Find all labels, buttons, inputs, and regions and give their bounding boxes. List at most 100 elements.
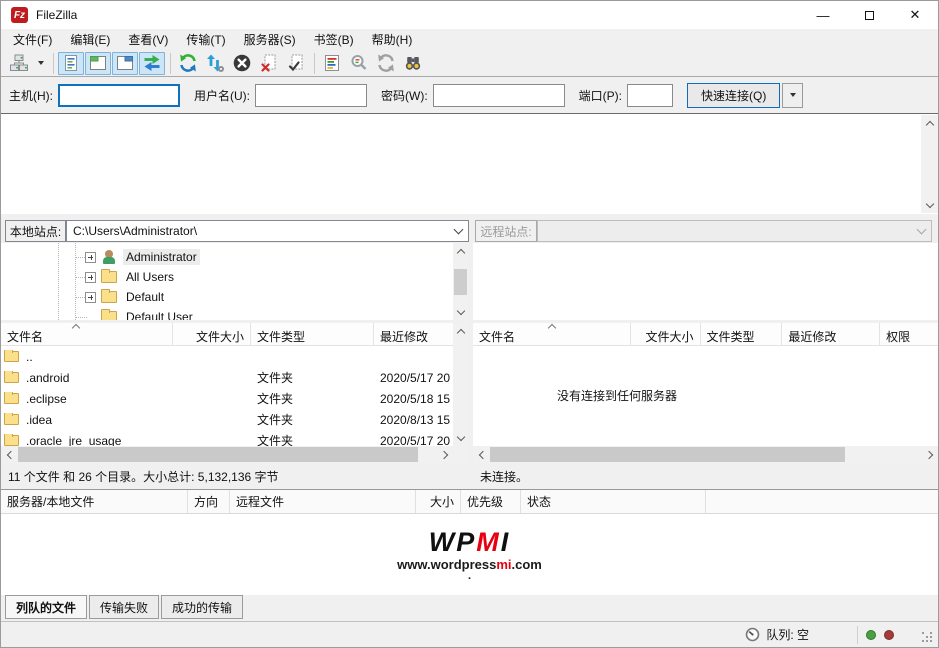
disconnect-button[interactable] xyxy=(256,52,282,75)
minimize-button[interactable]: — xyxy=(800,1,846,29)
scroll-down-arrow[interactable] xyxy=(921,197,938,213)
cancel-operation-button[interactable] xyxy=(229,52,255,75)
local-list-vscrollbar[interactable] xyxy=(453,323,468,446)
file-row-idea[interactable]: .idea 文件夹 2020/8/13 15 xyxy=(1,409,453,430)
resize-grip[interactable] xyxy=(922,632,935,645)
status-green-indicator xyxy=(866,630,876,640)
column-header-filesize[interactable]: 文件大小 xyxy=(173,323,251,345)
remote-list-hscrollbar[interactable] xyxy=(473,446,938,463)
menu-item-help[interactable]: 帮助(H) xyxy=(363,28,422,51)
message-log-icon xyxy=(61,53,81,73)
username-input[interactable] xyxy=(255,84,367,107)
scroll-down-arrow[interactable] xyxy=(453,430,468,446)
filezilla-window: Fz FileZilla — ✕ 文件(F) 编辑(E) 查看(V) 传输(T)… xyxy=(0,0,939,648)
quickconnect-dropdown-button[interactable] xyxy=(782,83,803,108)
remote-site-combobox[interactable] xyxy=(537,220,932,242)
column-header-filetype[interactable]: 文件类型 xyxy=(701,323,783,345)
close-button[interactable]: ✕ xyxy=(892,1,938,29)
file-row-android[interactable]: .android 文件夹 2020/5/17 20 xyxy=(1,367,453,388)
message-log xyxy=(1,113,938,214)
file-row-parent[interactable]: .. xyxy=(1,346,453,367)
watermark-logo-text: I xyxy=(501,527,511,557)
column-header-modified[interactable]: 最近修改 xyxy=(374,323,453,345)
column-header-filetype[interactable]: 文件类型 xyxy=(251,323,374,345)
watermark-logo-text: WP xyxy=(429,527,477,557)
menu-item-bookmarks[interactable]: 书签(B) xyxy=(305,28,363,51)
scrollbar-thumb[interactable] xyxy=(454,269,467,295)
close-icon: ✕ xyxy=(910,7,921,23)
menu-item-edit[interactable]: 编辑(E) xyxy=(61,28,119,51)
expand-icon[interactable] xyxy=(85,272,96,283)
sync-browse-button[interactable] xyxy=(373,52,399,75)
tab-successful-transfers[interactable]: 成功的传输 xyxy=(161,595,243,619)
tree-item-all-users[interactable]: All Users xyxy=(1,267,468,287)
menu-item-file[interactable]: 文件(F) xyxy=(4,28,61,51)
column-header-size[interactable]: 大小 xyxy=(416,490,461,513)
process-queue-icon xyxy=(205,53,225,73)
tree-item-administrator[interactable]: Administrator xyxy=(1,247,468,267)
local-list-hscrollbar[interactable] xyxy=(1,446,453,463)
menu-item-view[interactable]: 查看(V) xyxy=(119,28,177,51)
queue-tabs: 列队的文件 传输失败 成功的传输 xyxy=(1,595,938,621)
scroll-up-arrow[interactable] xyxy=(453,243,468,259)
quickconnect-button[interactable]: 快速连接(Q) xyxy=(687,83,780,108)
scroll-left-arrow[interactable] xyxy=(473,446,489,463)
scroll-down-arrow[interactable] xyxy=(453,304,468,320)
remote-tree-icon xyxy=(115,53,135,73)
local-site-combobox[interactable]: C:\Users\Administrator\ xyxy=(66,220,469,242)
column-header-remote-file[interactable]: 远程文件 xyxy=(230,490,416,513)
host-input[interactable] xyxy=(58,84,180,107)
filter-button[interactable] xyxy=(319,52,345,75)
password-input[interactable] xyxy=(433,84,565,107)
column-header-status[interactable]: 状态 xyxy=(521,490,706,513)
local-tree-scrollbar[interactable] xyxy=(453,243,468,320)
expand-icon[interactable] xyxy=(85,252,96,263)
folder-icon xyxy=(4,414,19,425)
port-input[interactable] xyxy=(627,84,673,107)
refresh-button[interactable] xyxy=(175,52,201,75)
menu-item-transfer[interactable]: 传输(T) xyxy=(177,28,234,51)
column-header-server-local-file[interactable]: 服务器/本地文件 xyxy=(1,490,188,513)
tab-queued-files[interactable]: 列队的文件 xyxy=(5,595,87,619)
column-header-direction[interactable]: 方向 xyxy=(188,490,230,513)
message-log-scrollbar[interactable] xyxy=(921,115,938,213)
compare-button[interactable] xyxy=(346,52,372,75)
site-manager-dropdown-button[interactable] xyxy=(33,52,48,75)
site-manager-button[interactable] xyxy=(6,52,32,75)
column-header-permissions[interactable]: 权限 xyxy=(880,323,938,345)
column-header-priority[interactable]: 优先级 xyxy=(461,490,521,513)
folder-icon xyxy=(4,351,19,362)
scroll-right-arrow[interactable] xyxy=(922,446,938,463)
file-row-eclipse[interactable]: .eclipse 文件夹 2020/5/18 15 xyxy=(1,388,453,409)
cancel-icon xyxy=(232,53,252,73)
reconnect-button[interactable] xyxy=(283,52,309,75)
expand-icon[interactable] xyxy=(85,292,96,303)
toggle-remote-tree-button[interactable] xyxy=(112,52,138,75)
menu-item-server[interactable]: 服务器(S) xyxy=(235,28,305,51)
refresh-icon xyxy=(178,53,198,73)
folder-icon xyxy=(4,393,19,404)
process-queue-button[interactable] xyxy=(202,52,228,75)
maximize-button[interactable] xyxy=(846,1,892,29)
column-header-filename[interactable]: 文件名 xyxy=(1,323,173,345)
column-header-modified[interactable]: 最近修改 xyxy=(782,323,880,345)
scroll-up-arrow[interactable] xyxy=(921,115,938,131)
local-file-list: 文件名 文件大小 文件类型 最近修改 .. .android 文件夹 2020/… xyxy=(1,323,468,463)
username-label: 用户名(U): xyxy=(194,87,250,104)
scroll-left-arrow[interactable] xyxy=(1,446,17,463)
tree-item-default-user[interactable]: Default User xyxy=(1,307,468,320)
sync-browse-icon xyxy=(376,53,396,73)
toggle-local-tree-button[interactable] xyxy=(85,52,111,75)
toggle-transfer-queue-button[interactable] xyxy=(139,52,165,75)
toggle-message-log-button[interactable] xyxy=(58,52,84,75)
scrollbar-thumb[interactable] xyxy=(18,447,418,462)
filter-icon xyxy=(322,53,342,73)
scroll-right-arrow[interactable] xyxy=(437,446,453,463)
file-row-oracle-jre-usage[interactable]: .oracle_jre_usage 文件夹 2020/5/17 20 xyxy=(1,430,453,446)
scrollbar-thumb[interactable] xyxy=(490,447,845,462)
column-header-filesize[interactable]: 文件大小 xyxy=(631,323,701,345)
tab-failed-transfers[interactable]: 传输失败 xyxy=(89,595,159,619)
tree-item-default[interactable]: Default xyxy=(1,287,468,307)
scroll-up-arrow[interactable] xyxy=(453,323,468,339)
find-files-button[interactable] xyxy=(400,52,426,75)
